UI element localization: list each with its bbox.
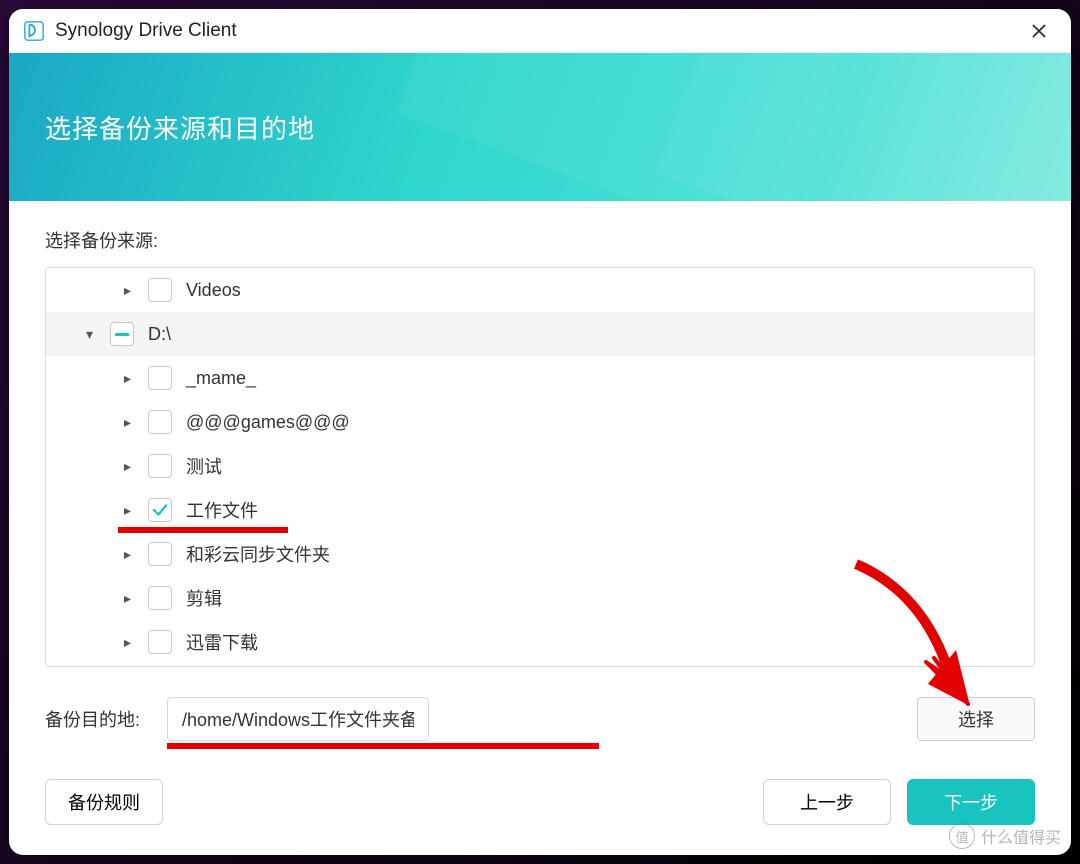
chevron-right-icon[interactable]: ▸ <box>124 634 138 651</box>
destination-label: 备份目的地: <box>45 706 153 732</box>
app-icon <box>23 20 45 42</box>
tree-item-label: Videos <box>186 280 241 301</box>
tree-row[interactable]: ▸ _mame_ <box>46 356 1034 400</box>
tree-row[interactable]: ▸ 迅雷下载 <box>46 620 1034 664</box>
app-title: Synology Drive Client <box>55 20 237 42</box>
tree-row[interactable]: ▸ 和彩云同步文件夹 <box>46 532 1034 576</box>
tree-row[interactable]: ▾ D:\ <box>46 312 1034 356</box>
checkbox[interactable] <box>148 454 172 478</box>
checkbox[interactable] <box>148 278 172 302</box>
checkbox[interactable] <box>110 322 134 346</box>
chevron-right-icon[interactable]: ▸ <box>124 414 138 431</box>
destination-row: 备份目的地: 选择 <box>45 697 1035 741</box>
chevron-right-icon[interactable]: ▸ <box>124 370 138 387</box>
backup-rules-button[interactable]: 备份规则 <box>45 779 163 825</box>
tree-item-label: _mame_ <box>186 368 256 389</box>
chevron-down-icon[interactable]: ▾ <box>86 326 100 343</box>
checkbox[interactable] <box>148 410 172 434</box>
watermark-icon: 值 <box>949 823 975 849</box>
source-tree: ▸ Videos ▾ D:\ ▸ _mame_ ▸ @@@games@@@ ▸ 测试 ▸ 工作文件 ▸ 和… <box>45 267 1035 667</box>
tree-item-label: 测试 <box>186 453 222 479</box>
checkbox[interactable] <box>148 366 172 390</box>
footer: 备份规则 上一步 下一步 <box>9 741 1071 825</box>
annotation-underline-destination <box>167 743 599 749</box>
tree-item-label: 工作文件 <box>186 497 258 523</box>
previous-button[interactable]: 上一步 <box>763 779 891 825</box>
checkbox[interactable] <box>148 630 172 654</box>
watermark-text: 什么值得买 <box>981 824 1061 848</box>
chevron-right-icon[interactable]: ▸ <box>124 282 138 299</box>
tree-row[interactable]: ▸ 工作文件 <box>46 488 1034 532</box>
tree-row[interactable]: ▸ Videos <box>46 268 1034 312</box>
source-tree-scroll[interactable]: ▸ Videos ▾ D:\ ▸ _mame_ ▸ @@@games@@@ ▸ 测试 ▸ 工作文件 ▸ 和… <box>46 268 1034 666</box>
chevron-right-icon[interactable]: ▸ <box>124 458 138 475</box>
tree-item-label: @@@games@@@ <box>186 412 350 433</box>
checkbox[interactable] <box>148 586 172 610</box>
tree-row[interactable]: ▸ 测试 <box>46 444 1034 488</box>
tree-item-label: D:\ <box>148 324 171 345</box>
tree-row[interactable]: ▸ 剪辑 <box>46 576 1034 620</box>
banner: 选择备份来源和目的地 <box>9 53 1071 201</box>
checkbox[interactable] <box>148 498 172 522</box>
chevron-right-icon[interactable]: ▸ <box>124 502 138 519</box>
tree-item-label: 和彩云同步文件夹 <box>186 541 330 567</box>
destination-input[interactable] <box>167 697 429 741</box>
checkbox[interactable] <box>148 542 172 566</box>
annotation-underline-source <box>118 527 288 533</box>
tree-item-label: 剪辑 <box>186 585 222 611</box>
watermark: 值 什么值得买 <box>949 823 1061 849</box>
next-button[interactable]: 下一步 <box>907 779 1035 825</box>
select-destination-button[interactable]: 选择 <box>917 697 1035 741</box>
body-area: 选择备份来源: ▸Videos▾D:\▸_mame_▸@@@games@@@▸测… <box>9 201 1071 741</box>
app-window: Synology Drive Client 选择备份来源和目的地 选择备份来源:… <box>9 9 1071 855</box>
page-title: 选择备份来源和目的地 <box>45 109 315 146</box>
chevron-right-icon[interactable]: ▸ <box>124 546 138 563</box>
chevron-right-icon[interactable]: ▸ <box>124 590 138 607</box>
tree-item-label: 迅雷下载 <box>186 629 258 655</box>
tree-row[interactable]: ▸ @@@games@@@ <box>46 400 1034 444</box>
